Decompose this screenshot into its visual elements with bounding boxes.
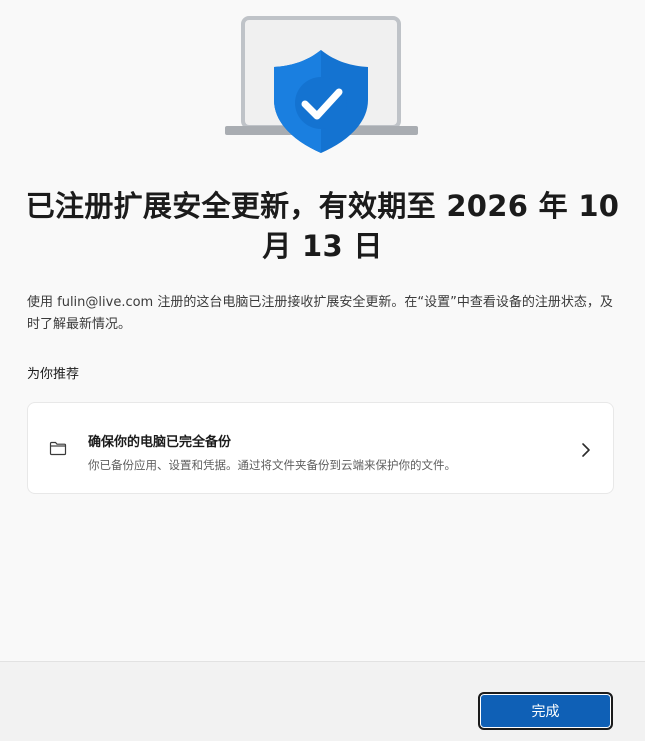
hero-illustration xyxy=(0,0,645,170)
folder-icon xyxy=(49,441,67,460)
chevron-right-icon xyxy=(581,442,591,462)
ese-enrollment-page: 已注册扩展安全更新，有效期至 2026 年 10 月 13 日 使用 fulin… xyxy=(0,0,645,741)
done-button[interactable]: 完成 xyxy=(478,692,613,730)
recommend-section-label: 为你推荐 xyxy=(27,367,80,382)
enrollment-description: 使用 fulin@live.com 注册的这台电脑已注册接收扩展安全更新。在“设… xyxy=(27,295,613,332)
laptop-shield-check-icon xyxy=(225,16,418,153)
card-subtitle: 你已备份应用、设置和凭据。通过将文件夹备份到云端来保护你的文件。 xyxy=(88,458,456,472)
backup-recommendation-card[interactable]: 确保你的电脑已完全备份 你已备份应用、设置和凭据。通过将文件夹备份到云端来保护你… xyxy=(27,402,614,494)
card-title: 确保你的电脑已完全备份 xyxy=(88,435,232,450)
page-title: 已注册扩展安全更新，有效期至 2026 年 10 月 13 日 xyxy=(25,189,620,263)
